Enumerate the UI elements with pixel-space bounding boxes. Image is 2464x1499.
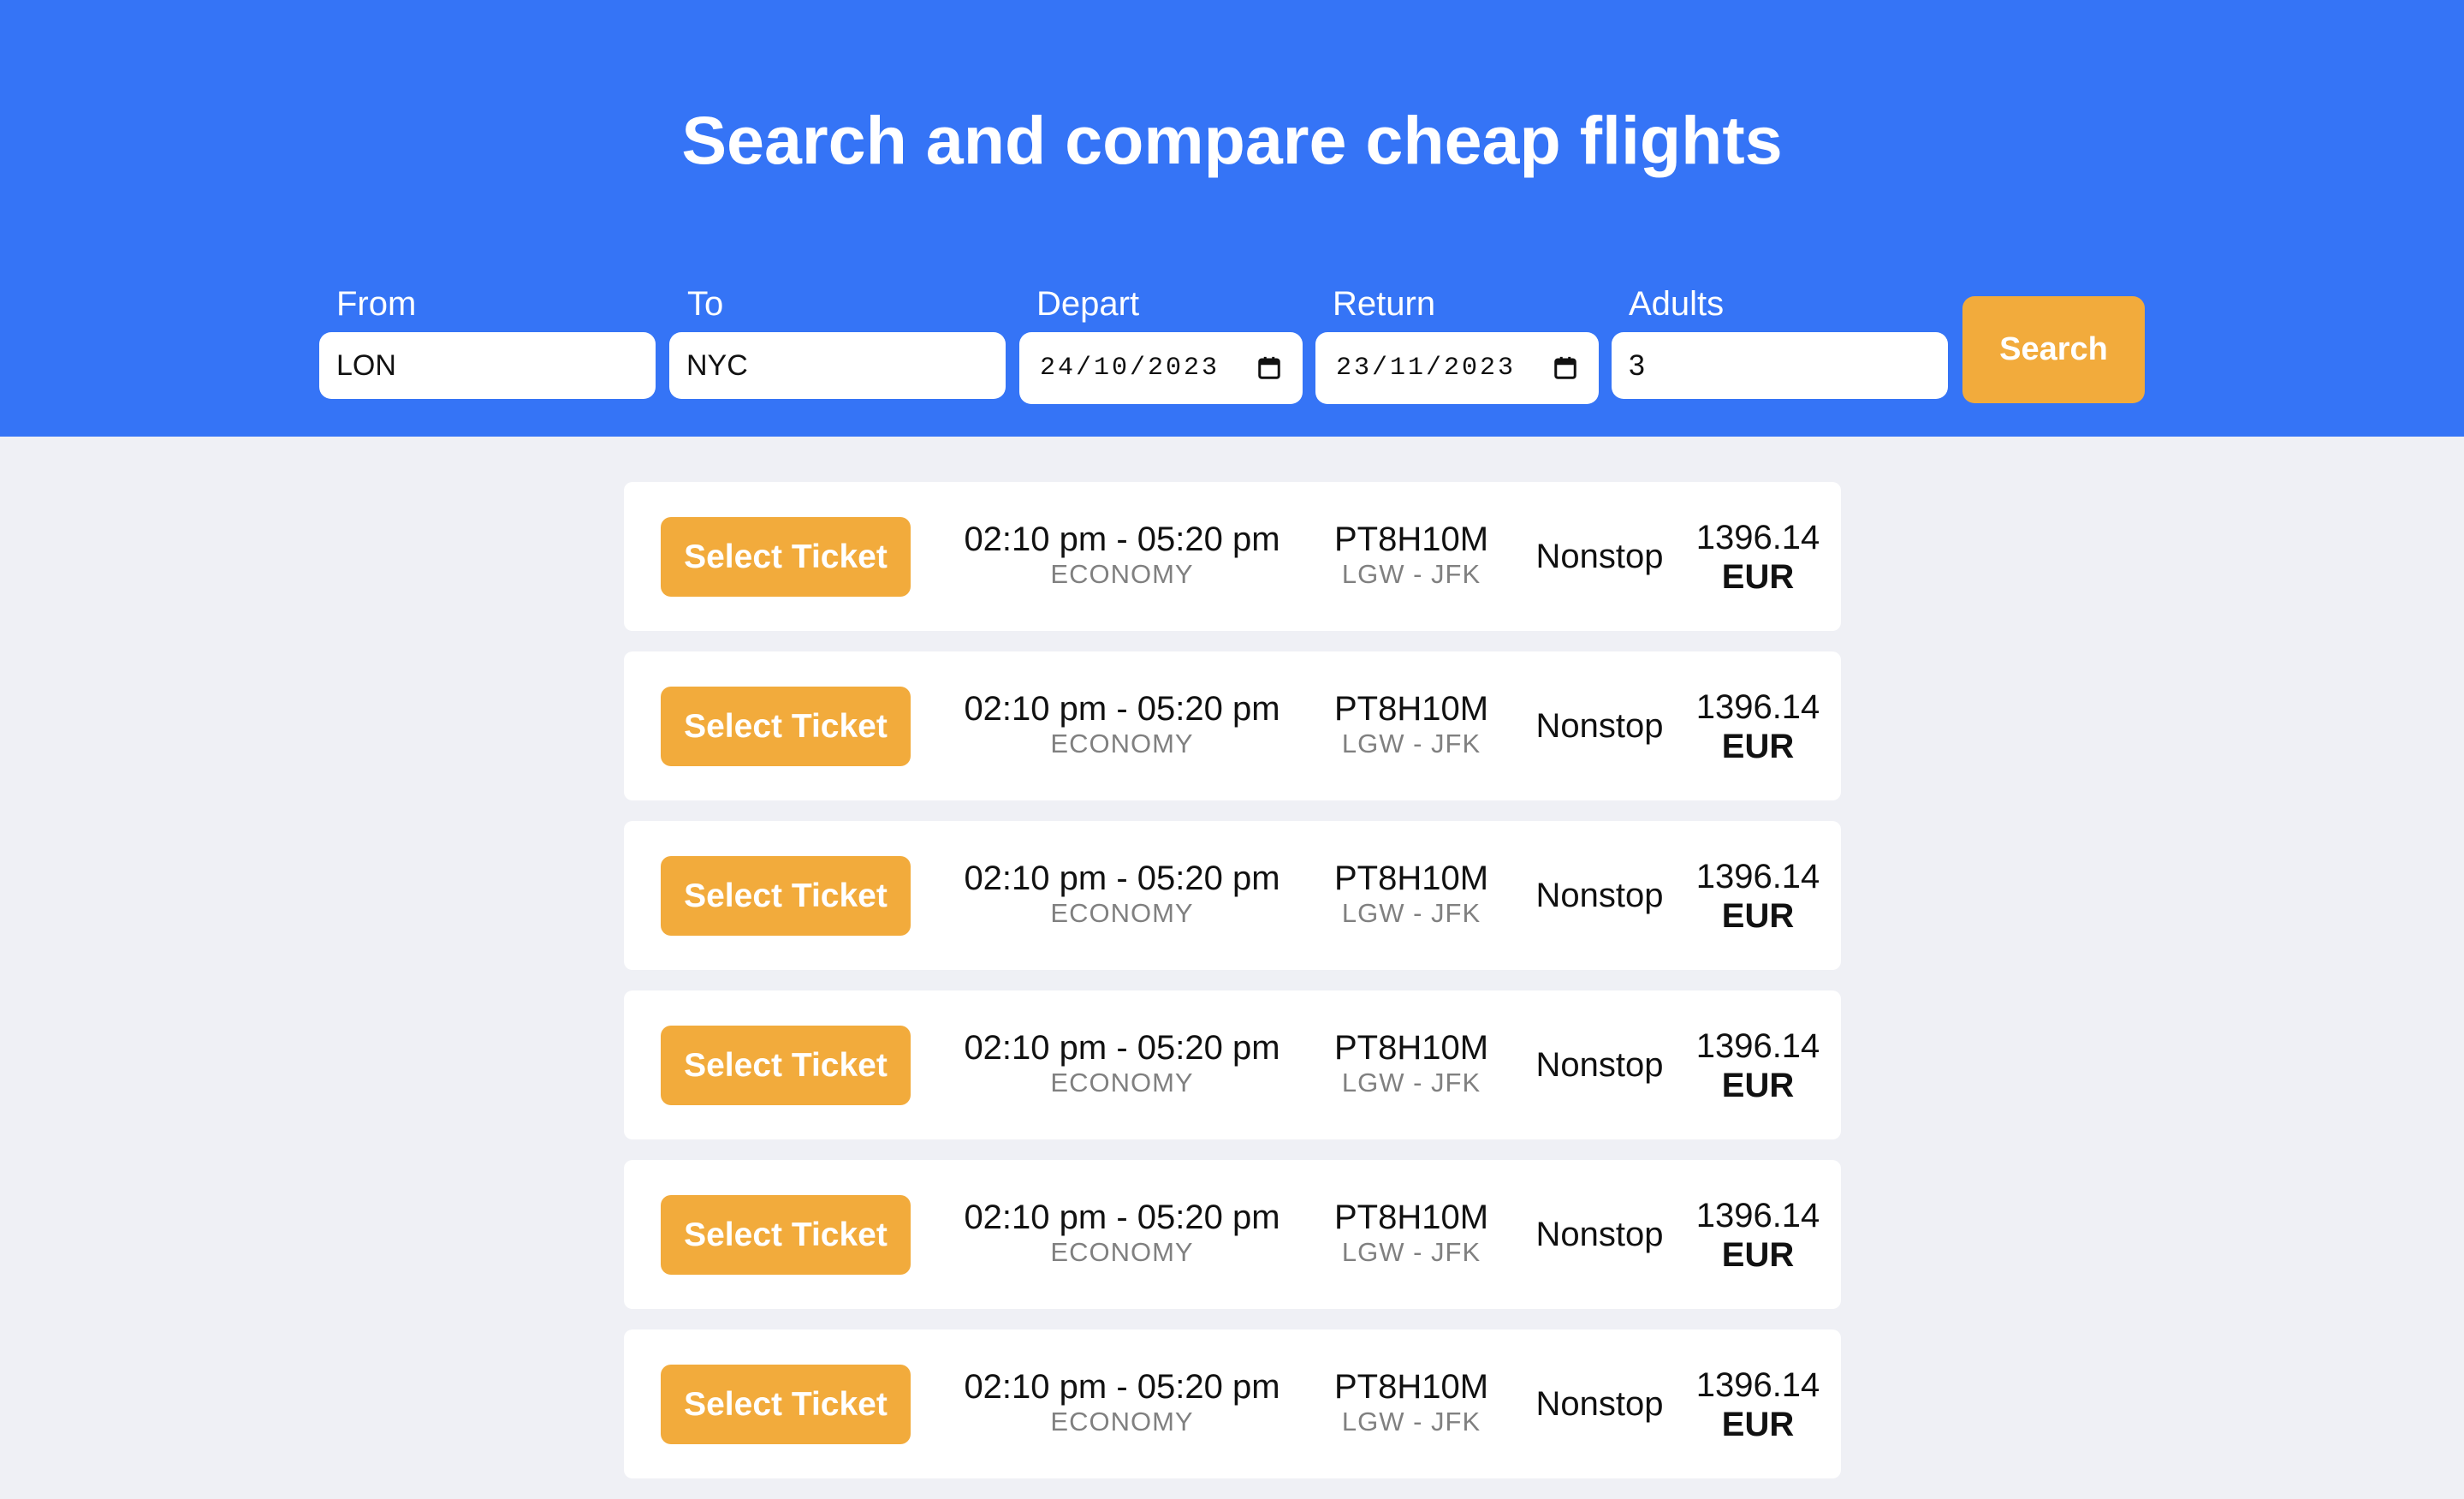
price-currency: EUR [1721,1406,1795,1443]
flight-time-info: 02:10 pm - 05:20 pm ECONOMY [942,1198,1302,1268]
cabin-class: ECONOMY [1050,1068,1194,1097]
select-ticket-button[interactable]: Select Ticket [661,1365,911,1444]
flight-times: 02:10 pm - 05:20 pm [964,860,1280,897]
flight-duration: PT8H10M [1333,520,1489,558]
select-ticket-button[interactable]: Select Ticket [661,517,911,597]
price-currency: EUR [1721,558,1795,596]
flight-price: 1396.14 [1695,858,1820,895]
flight-stops: Nonstop [1535,707,1664,745]
flight-route: LGW - JFK [1341,729,1481,758]
select-ticket-button[interactable]: Select Ticket [661,687,911,766]
return-date-input[interactable]: 23/11/2023 [1315,332,1599,404]
flight-time-info: 02:10 pm - 05:20 pm ECONOMY [942,520,1302,590]
flight-times: 02:10 pm - 05:20 pm [964,1029,1280,1067]
depart-date-input[interactable]: 24/10/2023 [1019,332,1303,404]
search-header: Search and compare cheap flights From LO… [0,0,2464,437]
flight-times: 02:10 pm - 05:20 pm [964,690,1280,728]
flight-time-info: 02:10 pm - 05:20 pm ECONOMY [942,859,1302,929]
flight-price-info: 1396.14 EUR [1685,518,1831,597]
flight-duration-info: PT8H10M LGW - JFK [1309,1028,1514,1098]
flight-price: 1396.14 [1695,1197,1820,1234]
flight-price-info: 1396.14 EUR [1685,857,1831,936]
flight-times: 02:10 pm - 05:20 pm [964,1199,1280,1236]
flight-duration-info: PT8H10M LGW - JFK [1309,520,1514,590]
flight-route: LGW - JFK [1341,898,1481,928]
depart-label: Depart [1036,285,1140,323]
flight-card: Select Ticket 02:10 pm - 05:20 pm ECONOM… [624,482,1841,631]
select-ticket-button[interactable]: Select Ticket [661,1195,911,1275]
flight-duration: PT8H10M [1333,860,1489,897]
return-date-value: 23/11/2023 [1336,354,1517,383]
flight-stops: Nonstop [1535,1385,1664,1423]
flight-card: Select Ticket 02:10 pm - 05:20 pm ECONOM… [624,821,1841,970]
flight-card: Select Ticket 02:10 pm - 05:20 pm ECONOM… [624,651,1841,800]
flight-price-info: 1396.14 EUR [1685,1196,1831,1275]
price-currency: EUR [1721,897,1795,935]
flight-duration: PT8H10M [1333,1029,1489,1067]
flight-times: 02:10 pm - 05:20 pm [964,520,1280,558]
search-button[interactable]: Search [1962,296,2145,403]
flight-route: LGW - JFK [1341,1237,1481,1267]
adults-input[interactable]: 3 [1612,332,1948,399]
page-title: Search and compare cheap flights [681,102,1783,178]
flight-time-info: 02:10 pm - 05:20 pm ECONOMY [942,689,1302,759]
flight-price-info: 1396.14 EUR [1685,687,1831,766]
flight-time-info: 02:10 pm - 05:20 pm ECONOMY [942,1028,1302,1098]
flight-route: LGW - JFK [1341,1068,1481,1097]
flight-duration-info: PT8H10M LGW - JFK [1309,859,1514,929]
flight-stops: Nonstop [1535,1046,1664,1084]
cabin-class: ECONOMY [1050,559,1194,589]
flight-stops: Nonstop [1535,538,1664,575]
flight-time-info: 02:10 pm - 05:20 pm ECONOMY [942,1367,1302,1437]
flight-duration: PT8H10M [1333,1199,1489,1236]
flight-card: Select Ticket 02:10 pm - 05:20 pm ECONOM… [624,990,1841,1139]
flight-duration-info: PT8H10M LGW - JFK [1309,1198,1514,1268]
cabin-class: ECONOMY [1050,1407,1194,1437]
cabin-class: ECONOMY [1050,729,1194,758]
depart-date-value: 24/10/2023 [1040,354,1220,383]
cabin-class: ECONOMY [1050,898,1194,928]
to-input[interactable]: NYC [669,332,1006,399]
adults-label: Adults [1629,285,1725,323]
calendar-icon[interactable] [1553,355,1578,381]
price-currency: EUR [1721,1067,1795,1104]
flight-duration-info: PT8H10M LGW - JFK [1309,1367,1514,1437]
flight-times: 02:10 pm - 05:20 pm [964,1368,1280,1406]
flight-price-info: 1396.14 EUR [1685,1365,1831,1444]
price-currency: EUR [1721,1236,1795,1274]
from-label: From [336,285,417,323]
flight-duration: PT8H10M [1333,690,1489,728]
flight-route: LGW - JFK [1341,1407,1481,1437]
flight-price-info: 1396.14 EUR [1685,1026,1831,1105]
cabin-class: ECONOMY [1050,1237,1194,1267]
flight-price: 1396.14 [1695,1027,1820,1065]
calendar-icon[interactable] [1256,355,1282,381]
flight-duration-info: PT8H10M LGW - JFK [1309,689,1514,759]
flight-card: Select Ticket 02:10 pm - 05:20 pm ECONOM… [624,1160,1841,1309]
select-ticket-button[interactable]: Select Ticket [661,1026,911,1105]
flight-stops: Nonstop [1535,1216,1664,1253]
select-ticket-button[interactable]: Select Ticket [661,856,911,936]
flight-price: 1396.14 [1695,688,1820,726]
flight-duration: PT8H10M [1333,1368,1489,1406]
flight-price: 1396.14 [1695,519,1820,556]
flight-results-list: Select Ticket 02:10 pm - 05:20 pm ECONOM… [624,482,1841,1499]
flight-stops: Nonstop [1535,877,1664,914]
flight-card: Select Ticket 02:10 pm - 05:20 pm ECONOM… [624,1329,1841,1478]
from-input[interactable]: LON [319,332,656,399]
return-label: Return [1333,285,1436,323]
price-currency: EUR [1721,728,1795,765]
to-label: To [687,285,724,323]
flight-route: LGW - JFK [1341,559,1481,589]
flight-price: 1396.14 [1695,1366,1820,1404]
